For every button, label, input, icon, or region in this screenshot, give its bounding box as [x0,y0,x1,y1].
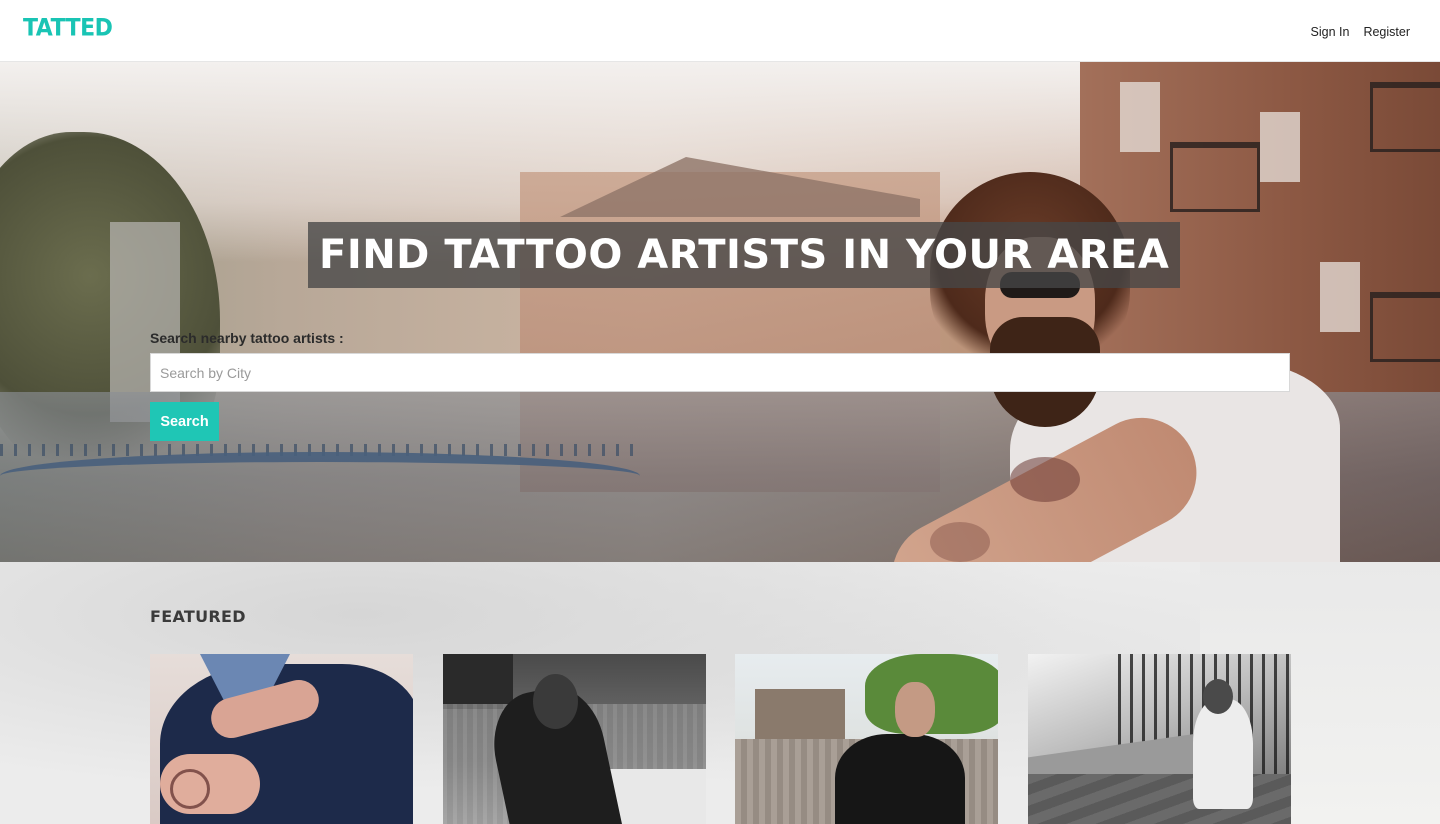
card-image-person-head [895,682,935,737]
hero-section: FIND TATTOO ARTISTS IN YOUR AREA Search … [0,62,1440,562]
featured-card-2[interactable] [443,654,706,824]
featured-card-3[interactable] [735,654,998,824]
featured-heading: FEATURED [150,607,246,626]
hero-background-balcony [1370,292,1440,362]
header-nav: Sign In Register [1311,25,1410,39]
featured-card-4[interactable] [1028,654,1291,824]
hero-tattoo-rose [1010,457,1080,502]
card-image-person-head [533,674,578,729]
search-button[interactable]: Search [150,402,219,441]
top-navigation-bar: TATTED Sign In Register [0,0,1440,62]
card-image-hand-tattoo [170,769,210,809]
search-label: Search nearby tattoo artists : [150,330,344,346]
tatted-logo[interactable]: TATTED [23,15,113,42]
hero-background-balcony [1170,142,1260,212]
hero-background-window [1320,262,1360,332]
hero-title: FIND TATTOO ARTISTS IN YOUR AREA [308,222,1181,288]
card-image-leather-jacket [835,734,965,824]
featured-section: FEATURED [0,562,1440,824]
hero-background-window [1120,82,1160,152]
card-image-menu-board [443,654,513,709]
card-image-person-head [1203,679,1233,714]
hero-background-bridge [0,452,640,512]
hero-tattoo-web [930,522,990,562]
featured-card-1[interactable] [150,654,413,824]
hero-background-window [1260,112,1300,182]
sign-in-link[interactable]: Sign In [1311,25,1350,39]
hero-background-balcony [1370,82,1440,152]
register-link[interactable]: Register [1363,25,1410,39]
card-image-person [1193,699,1253,809]
card-image-building [755,689,845,739]
city-search-input[interactable] [150,353,1290,392]
